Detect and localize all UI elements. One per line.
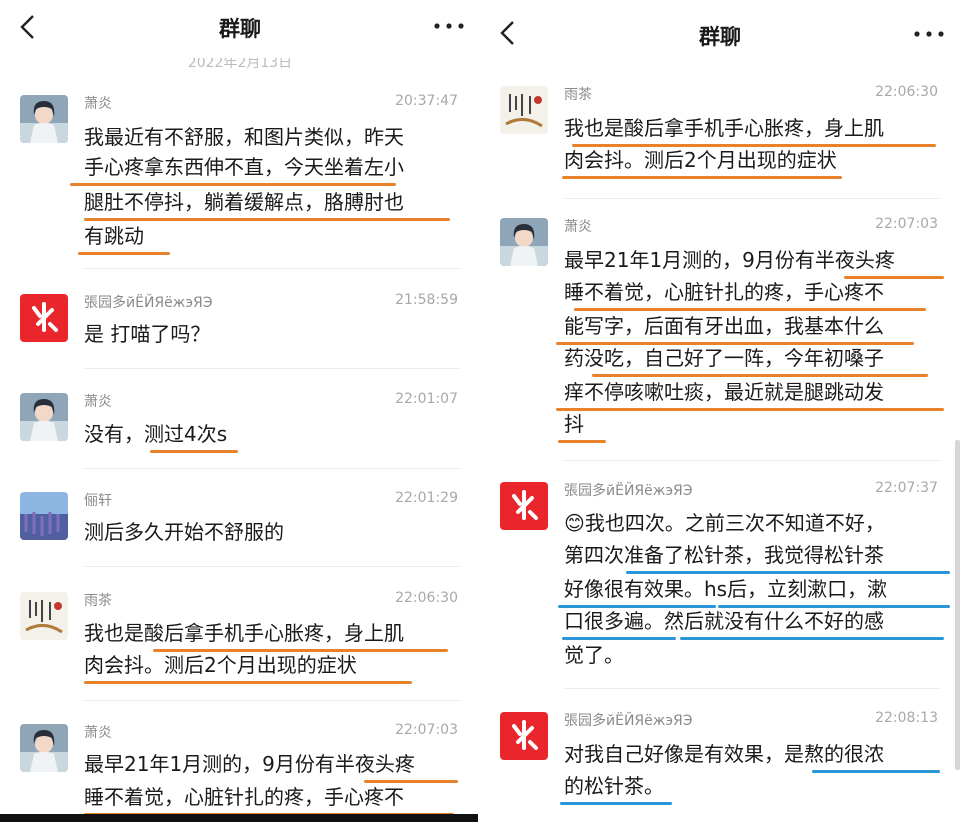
message-text-line: 第四次准备了松针茶，我觉得松针茶 — [564, 543, 884, 567]
highlight-underline — [70, 183, 396, 186]
avatar[interactable] — [20, 95, 68, 143]
message-time: 22:07:03 — [875, 216, 938, 232]
highlight-underline — [560, 802, 672, 805]
message-text-line: 口很多遍。然后就没有什么不好的感 — [564, 609, 884, 633]
message-time: 22:01:07 — [395, 391, 458, 407]
message-text-line: 的松针茶。 — [564, 774, 664, 798]
scrollbar-thumb[interactable] — [955, 440, 960, 770]
message-divider — [84, 468, 460, 469]
sender-name: 張园多йЁЙЯёжэЯЭ — [564, 713, 693, 729]
message-time: 21:58:59 — [395, 292, 458, 308]
highlight-underline — [153, 649, 448, 652]
highlight-underline — [558, 440, 606, 443]
more-dots-icon[interactable] — [432, 18, 466, 34]
highlight-underline — [812, 770, 940, 773]
message-text-line: 睡不着觉，心脏针扎的疼，手心疼不 — [564, 280, 884, 304]
message-divider — [84, 268, 460, 269]
message-text-line: 手心疼拿东西伸不直，今天坐着左小 — [84, 155, 404, 179]
highlight-underline — [84, 681, 412, 684]
message-time: 22:06:30 — [395, 590, 458, 606]
page-title: 群聊 — [699, 25, 741, 49]
message-time: 22:01:29 — [395, 490, 458, 506]
message-divider — [564, 460, 940, 461]
highlight-underline — [84, 218, 450, 221]
message-text-line: 药没吃，自己好了一阵，今年初嗓子 — [564, 346, 884, 370]
sender-name: 萧炎 — [84, 725, 112, 741]
message-divider — [84, 368, 460, 369]
message-text-line: 对我自己好像是有效果，是熬的很浓 — [564, 742, 884, 766]
chat-panel-left: 群聊 2022年2月13日 萧炎 20:37:47 我最近有不舒服，和图片类似，昨天… — [0, 0, 480, 822]
message-text-line: 没有，测过4次s — [84, 422, 228, 446]
avatar[interactable] — [20, 492, 68, 540]
avatar[interactable] — [20, 724, 68, 772]
message-time: 22:06:30 — [875, 84, 938, 100]
message-divider — [84, 700, 460, 701]
sender-name: 俪轩 — [84, 493, 112, 509]
sender-name: 萧炎 — [84, 394, 112, 410]
chat-panel-right: 群聊 雨茶 22:06:30 我也是酸后拿手机手心胀疼，身上肌 肉会抖。测后2个月出现… — [480, 0, 960, 822]
message-text-line: 肉会抖。测后2个月出现的症状 — [564, 148, 837, 172]
message-time: 22:07:03 — [395, 722, 458, 738]
sender-name: 張园多йЁЙЯёжэЯЭ — [84, 295, 213, 311]
avatar[interactable] — [20, 592, 68, 640]
message-text-line: 我也是酸后拿手机手心胀疼，身上肌 — [564, 116, 884, 140]
message-time: 22:07:37 — [875, 480, 938, 496]
highlight-underline — [562, 637, 676, 640]
avatar[interactable] — [20, 393, 68, 441]
navbar: 群聊 — [0, 0, 480, 58]
highlight-underline — [592, 374, 928, 377]
highlight-underline — [626, 571, 950, 574]
sender-name: 雨茶 — [564, 87, 592, 103]
message-text-line: 能写字，后面有牙出血，我基本什么 — [564, 314, 884, 338]
message-text-line: 痒不停咳嗽吐痰，最近就是腿跳动发 — [564, 380, 884, 404]
message-time: 20:37:47 — [395, 93, 458, 109]
avatar[interactable] — [500, 86, 548, 134]
message-text-line: 最早21年1月测的，9月份有半夜头疼 — [564, 248, 895, 272]
avatar[interactable] — [20, 294, 68, 342]
highlight-underline — [364, 780, 458, 783]
message-time: 22:08:13 — [875, 710, 938, 726]
highlight-underline — [844, 276, 944, 279]
highlight-underline — [556, 342, 914, 345]
navbar: 群聊 — [480, 0, 960, 68]
message-divider — [564, 688, 940, 689]
message-text-line: 肉会抖。测后2个月出现的症状 — [84, 653, 357, 677]
message-text-line: 测后多久开始不舒服的 — [84, 520, 284, 544]
page-title: 群聊 — [219, 17, 261, 41]
message-text-line: 觉了。 — [564, 643, 624, 667]
avatar[interactable] — [500, 712, 548, 760]
highlight-underline — [562, 176, 842, 179]
more-dots-icon[interactable] — [912, 26, 946, 42]
message-text-line: 是 打喵了吗？ — [84, 322, 211, 346]
highlight-underline — [572, 144, 936, 147]
sender-name: 張园多йЁЙЯёжэЯЭ — [564, 483, 693, 499]
message-text-line: 😊我也四次。之前三次不知道不好， — [564, 511, 885, 535]
highlight-underline — [150, 450, 238, 453]
highlight-underline — [718, 605, 950, 608]
panel-gap — [478, 0, 482, 822]
message-text-line: 最早21年1月测的，9月份有半夜头疼 — [84, 752, 415, 776]
message-text-line: 我也是酸后拿手机手心胀疼，身上肌 — [84, 621, 404, 645]
message-text-line: 有跳动 — [84, 224, 144, 248]
message-text-line: 好像很有效果。hs后，立刻漱口，漱 — [564, 577, 888, 601]
highlight-underline — [680, 637, 944, 640]
message-divider — [564, 198, 940, 199]
avatar[interactable] — [500, 218, 548, 266]
highlight-underline — [78, 252, 170, 255]
highlight-underline — [556, 408, 944, 411]
sender-name: 雨茶 — [84, 593, 112, 609]
message-text-line: 我最近有不舒服，和图片类似，昨天 — [84, 125, 404, 149]
bottom-edge — [0, 814, 480, 822]
message-text-line: 抖 — [564, 412, 584, 436]
message-text-line: 腿肚不停抖，躺着缓解点，胳膊肘也 — [84, 190, 404, 214]
sender-name: 萧炎 — [84, 96, 112, 112]
message-text-line: 睡不着觉，心脏针扎的疼，手心疼不 — [84, 785, 404, 809]
avatar[interactable] — [500, 482, 548, 530]
highlight-underline — [574, 308, 926, 311]
sender-name: 萧炎 — [564, 219, 592, 235]
highlight-underline — [558, 605, 716, 608]
message-divider — [84, 566, 460, 567]
